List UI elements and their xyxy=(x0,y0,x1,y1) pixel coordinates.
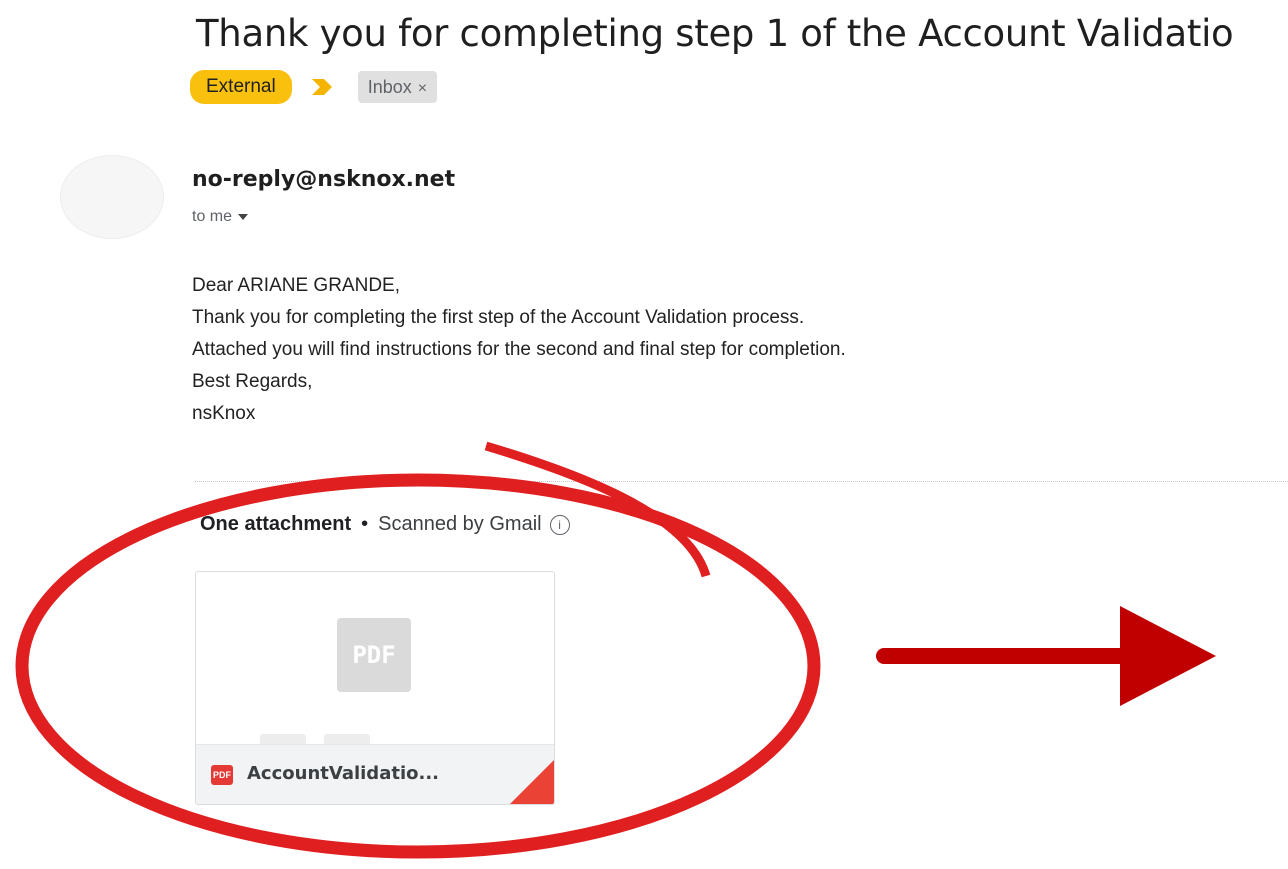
recipient-text: to me xyxy=(192,208,233,225)
pdf-file-icon: PDF xyxy=(211,765,233,785)
body-line: Best Regards, xyxy=(192,371,313,392)
label-row: External Inbox × xyxy=(190,70,438,104)
email-body: Dear ARIANE GRANDE, Thank you for comple… xyxy=(192,270,846,430)
importance-marker-icon[interactable] xyxy=(311,77,334,97)
body-line: nsKnox xyxy=(192,403,256,424)
pointer-arrow xyxy=(876,606,1216,706)
separator-dot: • xyxy=(361,513,369,535)
avatar[interactable] xyxy=(60,155,164,239)
body-line: Thank you for completing the first step … xyxy=(192,307,805,328)
attachment-card[interactable]: PDF PDF AccountValidatio... xyxy=(195,571,555,805)
card-fold-corner xyxy=(510,760,554,804)
info-icon[interactable]: i xyxy=(549,514,570,535)
attachment-file-name[interactable]: AccountValidatio... xyxy=(247,763,439,784)
pdf-thumbnail: PDF xyxy=(337,618,411,692)
attachments-heading: One attachment • Scanned by Gmail i xyxy=(200,513,570,536)
attachment-footer: PDF AccountValidatio... xyxy=(196,744,554,804)
email-subject: Thank you for completing step 1 of the A… xyxy=(196,12,1234,55)
caret-down-icon[interactable] xyxy=(238,213,249,220)
external-label: External xyxy=(190,70,292,104)
divider xyxy=(195,481,1288,482)
recipient-line[interactable]: to me xyxy=(192,208,249,226)
scan-note: Scanned by Gmail xyxy=(378,513,542,535)
sender-address[interactable]: no-reply@nsknox.net xyxy=(192,167,455,192)
annotation-overlay xyxy=(15,441,1216,859)
inbox-label[interactable]: Inbox × xyxy=(357,71,438,103)
body-line: Dear ARIANE GRANDE, xyxy=(192,275,400,296)
body-line: Attached you will find instructions for … xyxy=(192,339,846,360)
inbox-label-text: Inbox xyxy=(367,77,412,97)
attachment-count: One attachment xyxy=(200,513,352,535)
remove-label-icon[interactable]: × xyxy=(418,80,427,97)
